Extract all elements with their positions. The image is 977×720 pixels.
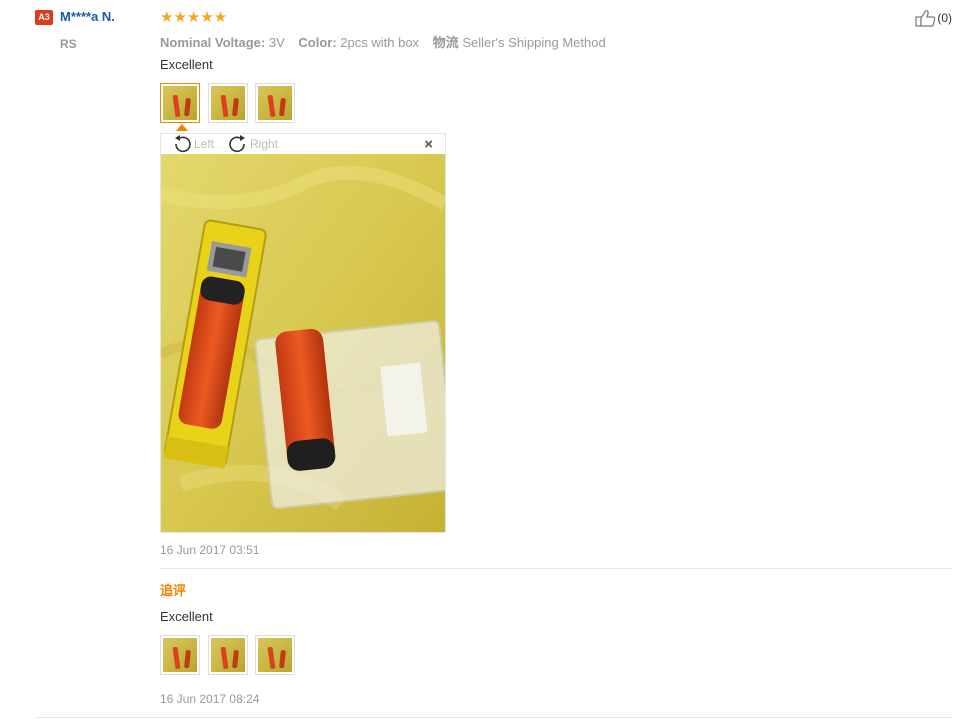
attr-voltage-label: Nominal Voltage: <box>160 35 266 50</box>
followup-photo-thumbnail[interactable] <box>208 635 248 675</box>
attr-color-label: Color: <box>298 35 337 50</box>
photo-viewer: Left Right × <box>160 133 446 533</box>
followup-photo-thumbnail[interactable] <box>160 635 200 675</box>
rotate-left-icon <box>175 135 191 153</box>
attr-color-value: 2pcs with box <box>340 35 420 50</box>
rotate-right-button[interactable]: Right <box>227 135 278 153</box>
divider <box>160 568 952 569</box>
attr-logistics-label: 物流 <box>432 35 459 50</box>
rotate-left-button[interactable]: Left <box>171 135 214 153</box>
review-divider <box>35 717 952 718</box>
star-rating: ★★★★★ <box>160 9 228 26</box>
selected-thumbnail-pointer <box>176 124 188 131</box>
viewer-toolbar: Left Right × <box>161 134 445 154</box>
review-photo <box>161 154 445 532</box>
review-photo-thumbnail[interactable] <box>160 83 200 123</box>
reviewer-name[interactable]: M****a N. <box>60 9 115 24</box>
helpful-count: (0) <box>937 11 952 25</box>
rotate-left-label: Left <box>194 137 215 151</box>
review-photo-thumbnail[interactable] <box>208 83 248 123</box>
followup-date: 16 Jun 2017 08:24 <box>160 692 260 706</box>
battery-photo-image <box>161 154 445 532</box>
close-viewer-button[interactable]: × <box>424 136 433 153</box>
review-photo-thumbnail[interactable] <box>255 83 295 123</box>
review-text: Excellent <box>160 57 213 72</box>
followup-photo-thumbnail[interactable] <box>255 635 295 675</box>
followup-heading: 追评 <box>160 583 187 598</box>
rotate-right-icon <box>229 135 245 153</box>
helpful-button[interactable]: (0) <box>915 9 952 27</box>
reviewer-country: RS <box>60 37 77 51</box>
level-badge: A3 <box>35 10 53 25</box>
rotate-right-label: Right <box>250 137 279 151</box>
product-attributes: Nominal Voltage: 3V Color: 2pcs with box… <box>160 32 606 51</box>
review-date: 16 Jun 2017 03:51 <box>160 543 260 557</box>
attr-voltage-value: 3V <box>268 35 285 50</box>
thumbs-up-icon <box>915 10 936 27</box>
followup-text: Excellent <box>160 609 213 624</box>
attr-logistics-value: Seller's Shipping Method <box>462 35 606 50</box>
